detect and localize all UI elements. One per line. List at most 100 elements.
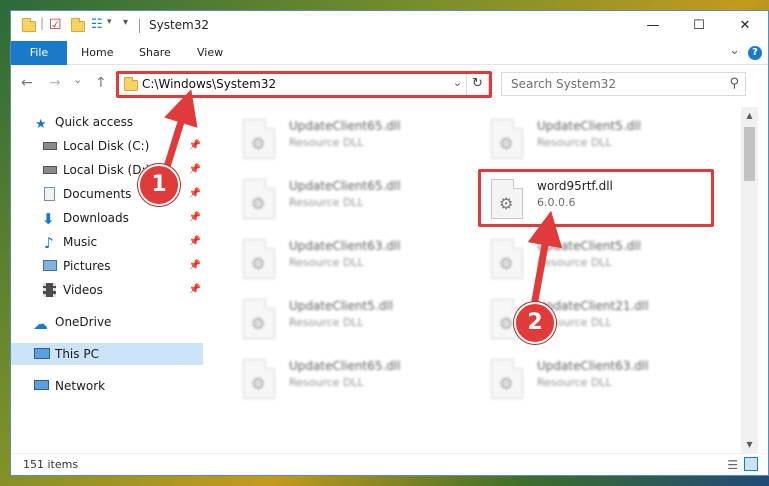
file-type: Resource DLL — [289, 196, 364, 209]
sidebar-item-label: Music — [63, 235, 98, 249]
refresh-icon[interactable]: ↻ — [466, 73, 488, 95]
gear-icon: ⚙ — [251, 194, 266, 213]
close-button[interactable]: ✕ — [722, 11, 768, 41]
gear-icon: ⚙ — [499, 314, 514, 333]
sidebar-item-quick-access[interactable]: ★ Quick access — [11, 111, 203, 133]
tab-share[interactable]: Share — [127, 41, 183, 65]
file-tile-word95rtf[interactable]: ⚙ word95rtf.dll 6.0.0.6 — [469, 173, 709, 227]
star-icon: ★ — [35, 117, 47, 132]
back-arrow-icon[interactable]: ← — [21, 75, 33, 91]
file-name: UpdateClient21.dll — [537, 299, 649, 313]
pin-icon[interactable]: 📌 — [189, 255, 201, 277]
file-name: UpdateClient63.dll — [537, 359, 649, 373]
sidebar-item-network[interactable]: Network — [11, 375, 203, 397]
pictures-icon — [43, 260, 57, 271]
cloud-icon: ☁ — [33, 315, 48, 333]
title-divider — [139, 19, 140, 33]
ribbon-tabs: File Home Share View ⌄ ? — [11, 41, 768, 65]
chevron-down-icon[interactable]: ▾ — [107, 17, 112, 27]
file-version: 6.0.0.6 — [537, 196, 576, 209]
file-tile[interactable]: ⚙ UpdateClient5.dll Resource DLL — [221, 293, 461, 347]
file-tile[interactable]: ⚙ UpdateClient5.dll Resource DLL — [469, 113, 709, 167]
sidebar-item-downloads[interactable]: ⬇ Downloads 📌 — [11, 207, 203, 229]
tiles-view-icon[interactable] — [744, 457, 758, 471]
properties-icon[interactable]: ☑ — [49, 17, 62, 33]
pin-icon[interactable]: 📌 — [189, 231, 201, 253]
details-view-icon[interactable]: ☰ — [727, 458, 738, 472]
file-name: UpdateClient65.dll — [289, 119, 401, 133]
minimize-button[interactable]: — — [630, 11, 676, 41]
file-tile[interactable]: ⚙ UpdateClient65.dll Resource DLL — [221, 113, 461, 167]
search-input[interactable] — [502, 73, 717, 95]
step-marker-1: 1 — [138, 164, 180, 206]
sidebar-item-label: This PC — [55, 347, 99, 361]
chevron-down-icon[interactable]: ⌄ — [453, 76, 462, 89]
file-tile[interactable]: ⚙ UpdateClient21.dll Resource DLL — [469, 293, 709, 347]
videos-icon — [43, 283, 56, 297]
file-type: Resource DLL — [537, 376, 612, 389]
pin-icon[interactable]: 📌 — [189, 183, 201, 205]
vertical-scrollbar[interactable]: ▲ ▼ — [741, 107, 758, 453]
sidebar-item-this-pc[interactable]: This PC — [11, 343, 203, 365]
dll-file-icon: ⚙ — [243, 359, 275, 399]
status-bar: 151 items ☰ — [11, 453, 768, 475]
tab-file[interactable]: File — [11, 41, 67, 65]
tab-view[interactable]: View — [185, 41, 235, 65]
file-tile[interactable]: ⚙ UpdateClient65.dll Resource DLL — [221, 173, 461, 227]
quick-access-toolbar-icon[interactable]: ☷ — [91, 17, 103, 32]
file-type: Resource DLL — [289, 376, 364, 389]
sidebar-item-local-disk-c[interactable]: Local Disk (C:) 📌 — [11, 135, 203, 157]
ribbon-collapse-icon[interactable]: ⌄ — [729, 43, 740, 58]
sidebar-item-pictures[interactable]: Pictures 📌 — [11, 255, 203, 277]
maximize-button[interactable]: ☐ — [676, 11, 722, 41]
dll-file-icon: ⚙ — [491, 119, 523, 159]
scroll-thumb[interactable] — [744, 127, 755, 181]
file-name: UpdateClient5.dll — [537, 239, 641, 253]
file-type: Resource DLL — [289, 136, 364, 149]
pin-icon[interactable]: 📌 — [189, 207, 201, 229]
sidebar-item-music[interactable]: ♪ Music 📌 — [11, 231, 203, 253]
customize-toolbar-icon[interactable]: ▾ — [123, 17, 128, 28]
file-type: Resource DLL — [537, 256, 612, 269]
dll-file-icon: ⚙ — [243, 179, 275, 219]
file-tile[interactable]: ⚙ UpdateClient63.dll Resource DLL — [221, 233, 461, 287]
file-name: UpdateClient65.dll — [289, 179, 401, 193]
folder-icon — [22, 18, 36, 32]
sidebar-item-label: Videos — [63, 283, 103, 297]
address-bar[interactable]: C:\Windows\System32 ⌄ ↻ — [117, 72, 489, 96]
file-tile[interactable]: ⚙ UpdateClient5.dll Resource DLL — [469, 233, 709, 287]
sidebar-item-label: Documents — [63, 187, 132, 201]
file-type: Resource DLL — [289, 256, 364, 269]
gear-icon: ⚙ — [251, 314, 266, 333]
new-folder-icon[interactable] — [71, 18, 85, 32]
file-name: UpdateClient5.dll — [289, 299, 393, 313]
search-icon[interactable]: ⚲ — [729, 76, 739, 91]
drive-icon — [43, 142, 57, 150]
window-title: System32 — [149, 18, 210, 32]
file-tile[interactable]: ⚙ UpdateClient65.dll Resource DLL — [221, 353, 461, 407]
file-explorer-window: | ☑ ☷ ▾ ▾ System32 — ☐ ✕ File Home Share… — [10, 10, 769, 476]
navigation-pane: ★ Quick access Local Disk (C:) 📌 Local D… — [11, 107, 211, 453]
dll-file-icon: ⚙ — [243, 239, 275, 279]
address-path[interactable]: C:\Windows\System32 — [142, 77, 276, 91]
pin-icon[interactable]: 📌 — [189, 279, 201, 301]
forward-arrow-icon[interactable]: → — [49, 75, 61, 91]
pin-icon[interactable]: 📌 — [189, 159, 201, 181]
music-icon: ♪ — [44, 234, 54, 252]
up-arrow-icon[interactable]: ↑ — [95, 75, 107, 91]
gear-icon: ⚙ — [499, 374, 514, 393]
step-marker-2: 2 — [514, 302, 556, 344]
downloads-icon: ⬇ — [42, 210, 55, 228]
scroll-down-icon[interactable]: ▼ — [741, 436, 758, 453]
recent-locations-icon[interactable]: ⌄ — [73, 73, 82, 86]
help-icon[interactable]: ? — [748, 46, 762, 60]
scroll-up-icon[interactable]: ▲ — [741, 107, 758, 124]
computer-icon — [34, 348, 50, 359]
sidebar-item-onedrive[interactable]: ☁ OneDrive — [11, 311, 203, 333]
tab-home[interactable]: Home — [69, 41, 125, 65]
item-count: 151 items — [23, 458, 79, 471]
pin-icon[interactable]: 📌 — [189, 135, 201, 157]
search-box[interactable]: ⚲ — [501, 72, 746, 96]
sidebar-item-videos[interactable]: Videos 📌 — [11, 279, 203, 301]
file-tile[interactable]: ⚙ UpdateClient63.dll Resource DLL — [469, 353, 709, 407]
